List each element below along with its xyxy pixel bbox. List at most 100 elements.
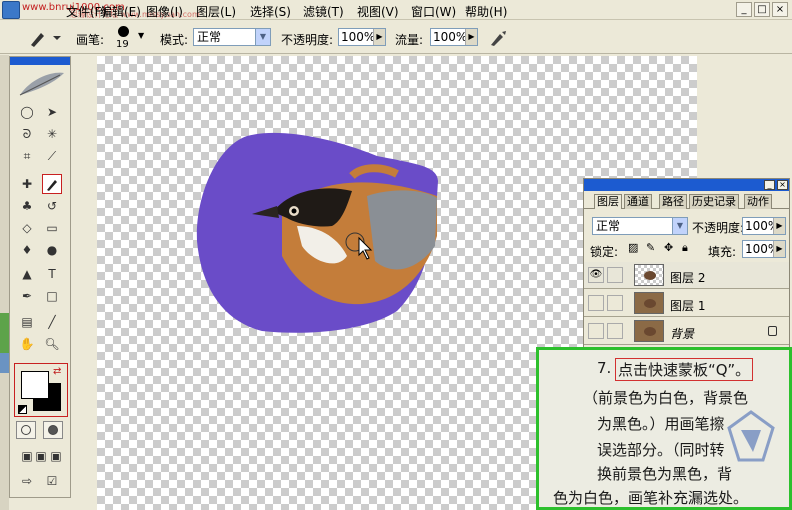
slice-tool-icon[interactable]: ⟋ <box>42 146 62 166</box>
layers-panel-titlebar[interactable] <box>584 179 789 191</box>
tab-channels[interactable]: 通道 <box>624 194 652 209</box>
brush-preset-picker[interactable]: 19 ▼ <box>112 25 152 51</box>
layer-row[interactable]: 背景 <box>584 318 789 345</box>
brush-icon <box>31 33 61 47</box>
jump-to-imageready-icon[interactable]: ⇨ <box>17 471 37 491</box>
layer-link-toggle[interactable] <box>607 267 623 283</box>
type-tool-icon[interactable]: T <box>42 264 62 284</box>
lock-label: 锁定: <box>590 245 619 259</box>
menu-select[interactable]: 选择(S) <box>250 3 291 20</box>
menu-window[interactable]: 窗口(W) <box>411 3 456 20</box>
menu-help[interactable]: 帮助(H) <box>465 3 507 20</box>
dodge-tool-icon[interactable]: ● <box>42 240 62 260</box>
toolbox-titlebar[interactable] <box>10 57 70 65</box>
layer-name: 图层 1 <box>670 299 706 313</box>
tab-history[interactable]: 历史记录 <box>689 194 739 209</box>
layer-opacity-input[interactable]: 100% ▶ <box>742 217 786 235</box>
workspace-scroll-edge <box>772 56 790 176</box>
layer-name: 背景 <box>670 327 695 341</box>
brush-label: 画笔: <box>76 33 105 47</box>
panel-close-icon[interactable]: × <box>777 180 788 190</box>
chevron-right-icon[interactable]: ▶ <box>373 29 385 45</box>
eyedropper-tool-icon[interactable]: ╱ <box>42 312 62 332</box>
note-line: 误选部分。（同时转 <box>597 441 725 459</box>
opacity-label: 不透明度: <box>281 33 334 47</box>
eraser-tool-icon[interactable]: ◇ <box>17 218 37 238</box>
opacity-value: 100% <box>341 30 376 44</box>
blur-tool-icon[interactable]: ♦ <box>17 240 37 260</box>
mode-select[interactable]: 正常 ▼ <box>193 28 271 46</box>
desktop-peek <box>0 55 9 510</box>
chevron-down-icon: ▼ <box>255 29 270 45</box>
layer-link-toggle[interactable] <box>607 323 623 339</box>
blend-mode-select[interactable]: 正常 ▼ <box>592 217 688 235</box>
chevron-down-icon: ▼ <box>138 31 145 40</box>
quick-mask-mode-button[interactable] <box>43 421 63 439</box>
standard-mode-button[interactable] <box>16 421 36 439</box>
brush-icon <box>47 180 57 191</box>
marquee-tool-icon[interactable]: ◯ <box>17 102 37 122</box>
visibility-toggle[interactable] <box>588 323 604 339</box>
default-colors-icon[interactable] <box>18 405 27 414</box>
menu-layer[interactable]: 图层(L) <box>196 3 236 20</box>
bird-thumbnail-icon <box>644 299 656 308</box>
opacity-input[interactable]: 100% ▶ <box>338 28 386 46</box>
tool-preset-picker[interactable] <box>27 28 63 48</box>
menu-filter[interactable]: 滤镜(T) <box>303 3 344 20</box>
blend-mode-value: 正常 <box>596 219 621 233</box>
chevron-right-icon[interactable]: ▶ <box>773 241 785 257</box>
minimize-button[interactable]: _ <box>736 2 752 17</box>
hand-tool-icon[interactable]: ✋ <box>17 334 37 354</box>
rectangle-tool-icon[interactable]: □ <box>42 286 62 306</box>
desktop-wallpaper-sky <box>0 353 9 373</box>
tab-layers[interactable]: 图层 <box>594 194 622 209</box>
notes-tool-icon[interactable]: ▤ <box>17 312 37 332</box>
menu-image[interactable]: 图像(I) <box>146 3 183 20</box>
pen-tool-icon[interactable]: ✒ <box>17 286 37 306</box>
path-selection-tool-icon[interactable]: ▲ <box>17 264 37 284</box>
brush-tool-icon[interactable] <box>42 174 62 194</box>
standard-mode-icon <box>21 425 31 435</box>
feather-logo[interactable] <box>14 67 68 99</box>
bird-thumbnail-icon <box>644 271 656 280</box>
menu-edit[interactable]: 编辑(E) <box>100 3 141 20</box>
restore-button[interactable]: □ <box>754 2 770 17</box>
lock-transparent-icon[interactable]: ▨ <box>628 241 638 254</box>
lock-pixels-icon[interactable]: ✎ <box>646 241 655 254</box>
note-step-number: 7. <box>597 359 612 377</box>
swap-colors-icon[interactable]: ⇄ <box>53 366 61 377</box>
note-line: 换前景色为黑色，背 <box>597 465 733 483</box>
zoom-tool-icon[interactable]: 🔍︎ <box>42 334 62 354</box>
healing-brush-tool-icon[interactable]: ✚ <box>17 174 37 194</box>
crop-tool-icon[interactable]: ⌗ <box>17 146 37 166</box>
layer-row[interactable]: 图层 1 <box>584 290 789 317</box>
flow-input[interactable]: 100% ▶ <box>430 28 478 46</box>
tab-paths[interactable]: 路径 <box>659 194 687 209</box>
clone-stamp-tool-icon[interactable]: ♣ <box>17 196 37 216</box>
lasso-tool-icon[interactable]: ᘐ <box>17 124 37 144</box>
note-line: 色为白色，画笔补充漏选处。 <box>553 489 749 507</box>
visibility-toggle[interactable] <box>588 295 604 311</box>
photoshop-app-icon[interactable] <box>2 1 20 19</box>
mode-value: 正常 <box>197 30 222 44</box>
gradient-tool-icon[interactable]: ▭ <box>42 218 62 238</box>
chevron-right-icon[interactable]: ▶ <box>465 29 477 45</box>
tab-actions[interactable]: 动作 <box>744 194 772 209</box>
menu-view[interactable]: 视图(V) <box>357 3 399 20</box>
panel-minimize-icon[interactable]: _ <box>764 180 775 190</box>
magic-wand-tool-icon[interactable]: ✳ <box>42 124 62 144</box>
edit-in-imageready-icon[interactable]: ☑ <box>42 471 62 491</box>
airbrush-toggle[interactable] <box>488 29 508 47</box>
visibility-eye-icon[interactable]: 👁︎ <box>588 267 604 283</box>
lock-position-icon[interactable]: ✥ <box>664 241 673 254</box>
close-button[interactable]: × <box>772 2 788 17</box>
move-tool-icon[interactable]: ➤ <box>42 102 62 122</box>
foreground-color-swatch[interactable] <box>21 371 49 399</box>
layer-link-toggle[interactable] <box>607 295 623 311</box>
chevron-right-icon[interactable]: ▶ <box>773 218 785 234</box>
lock-all-icon[interactable]: 🔒︎ <box>682 241 688 255</box>
layer-row[interactable]: 👁︎ 图层 2 <box>584 262 789 289</box>
history-brush-tool-icon[interactable]: ↺ <box>42 196 62 216</box>
fill-input[interactable]: 100% ▶ <box>742 240 786 258</box>
full-screen-mode-icon[interactable]: ▣ <box>46 446 66 466</box>
